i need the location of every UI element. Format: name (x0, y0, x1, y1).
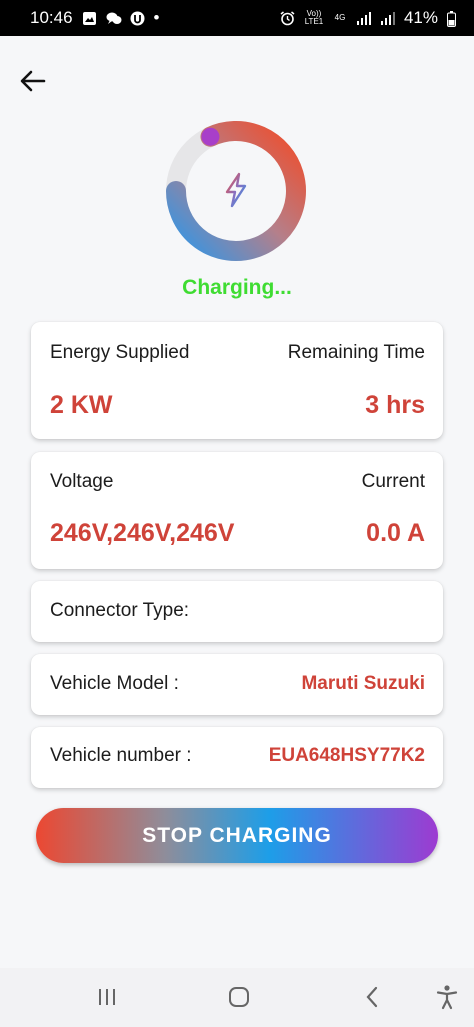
gallery-icon (82, 11, 97, 26)
vehicle-model-card: Vehicle Model : Maruti Suzuki (31, 654, 443, 715)
energy-supplied-label: Energy Supplied (50, 342, 190, 363)
vehicle-number-label: Vehicle number : (50, 745, 192, 766)
signal-icon-2 (380, 11, 395, 26)
current-value: 0.0 A (366, 519, 425, 547)
status-left: 10:46 • (30, 8, 160, 28)
system-nav-bar (0, 968, 474, 1027)
recent-apps-button[interactable] (93, 983, 121, 1011)
battery-icon (447, 10, 456, 27)
back-icon (366, 986, 378, 1008)
volte-indicator: Vo)) LTE1 (304, 9, 324, 26)
voltage-label: Voltage (50, 471, 114, 492)
gauge-knob (201, 127, 220, 146)
charging-gauge (163, 118, 309, 264)
connector-type-card: Connector Type: (31, 581, 443, 642)
remaining-time-label: Remaining Time (287, 342, 425, 363)
vehicle-number-card: Vehicle number : EUA648HSY77K2 (31, 727, 443, 788)
back-button[interactable] (18, 66, 48, 96)
accessibility-button[interactable] (433, 983, 461, 1011)
charging-status: Charging... (182, 276, 292, 299)
energy-supplied-value: 2 KW (50, 391, 113, 419)
vehicle-model-label: Vehicle Model : (50, 673, 179, 694)
nav-back-button[interactable] (358, 983, 386, 1011)
arrow-left-icon (20, 70, 46, 92)
stop-charging-button[interactable]: STOP CHARGING (36, 808, 438, 863)
status-dot: • (153, 8, 160, 27)
notification-app-icon (130, 11, 145, 26)
voltage-value: 246V,246V,246V (50, 519, 235, 547)
remaining-time-value: 3 hrs (365, 391, 425, 419)
battery-percent: 41% (403, 8, 438, 27)
connector-type-label: Connector Type: (50, 600, 190, 621)
chat-icon (106, 11, 122, 26)
vehicle-model-value: Maruti Suzuki (301, 673, 425, 694)
status-time: 10:46 (30, 8, 73, 27)
signal-icon (356, 11, 371, 26)
recent-apps-icon (99, 989, 115, 1005)
home-button[interactable] (225, 983, 253, 1011)
vehicle-number-value: EUA648HSY77K2 (268, 745, 425, 766)
home-icon (229, 987, 249, 1007)
current-label: Current (361, 471, 425, 492)
network-type: 4G (334, 13, 346, 22)
status-right: Vo)) LTE1 4G 41% (280, 8, 456, 28)
status-bar: 10:46 • Vo)) LTE1 4G 41% (0, 0, 474, 36)
accessibility-icon (436, 985, 458, 1010)
lightning-bolt-icon (225, 172, 247, 208)
voltage-card: Voltage 246V,246V,246V Current 0.0 A (31, 452, 443, 569)
alarm-icon (280, 10, 295, 26)
energy-card: Energy Supplied 2 KW Remaining Time 3 hr… (31, 322, 443, 439)
